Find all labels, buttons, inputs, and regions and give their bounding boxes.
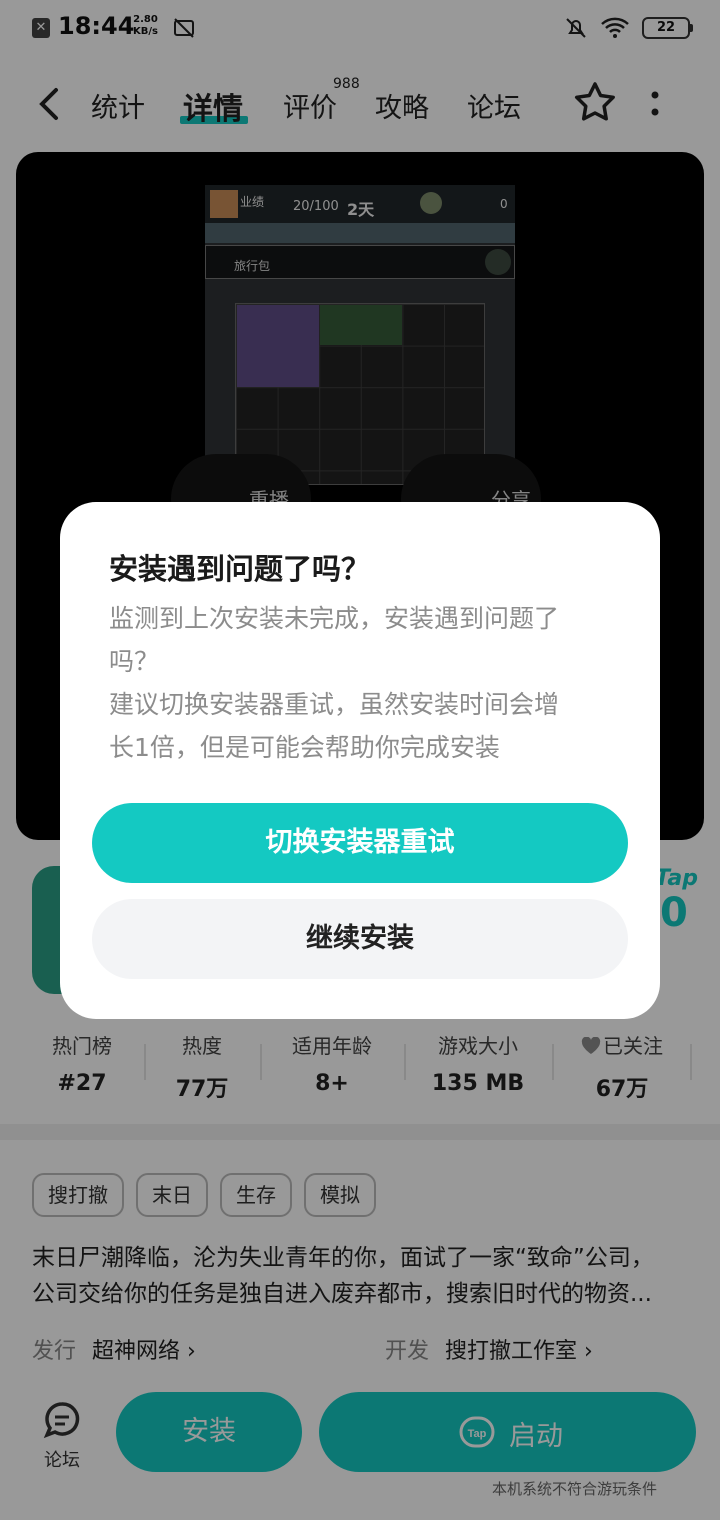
- dialog-body-line: 监测到上次安装未完成，安装遇到问题了: [109, 604, 560, 633]
- dialog-body-line: 吗？: [109, 647, 160, 676]
- continue-install-button[interactable]: 继续安装: [92, 899, 628, 979]
- dialog-body-line: 建议切换安装器重试，虽然安装时间会增: [109, 690, 560, 719]
- dialog-body: 监测到上次安装未完成，安装遇到问题了 吗？ 建议切换安装器重试，虽然安装时间会增…: [109, 597, 629, 769]
- dialog-body-line: 长1倍，但是可能会帮助你完成安装: [109, 733, 500, 762]
- install-problem-dialog: 安装遇到问题了吗？ 监测到上次安装未完成，安装遇到问题了 吗？ 建议切换安装器重…: [60, 502, 660, 1019]
- dialog-title: 安装遇到问题了吗？: [109, 552, 371, 586]
- switch-installer-retry-button[interactable]: 切换安装器重试: [92, 803, 628, 883]
